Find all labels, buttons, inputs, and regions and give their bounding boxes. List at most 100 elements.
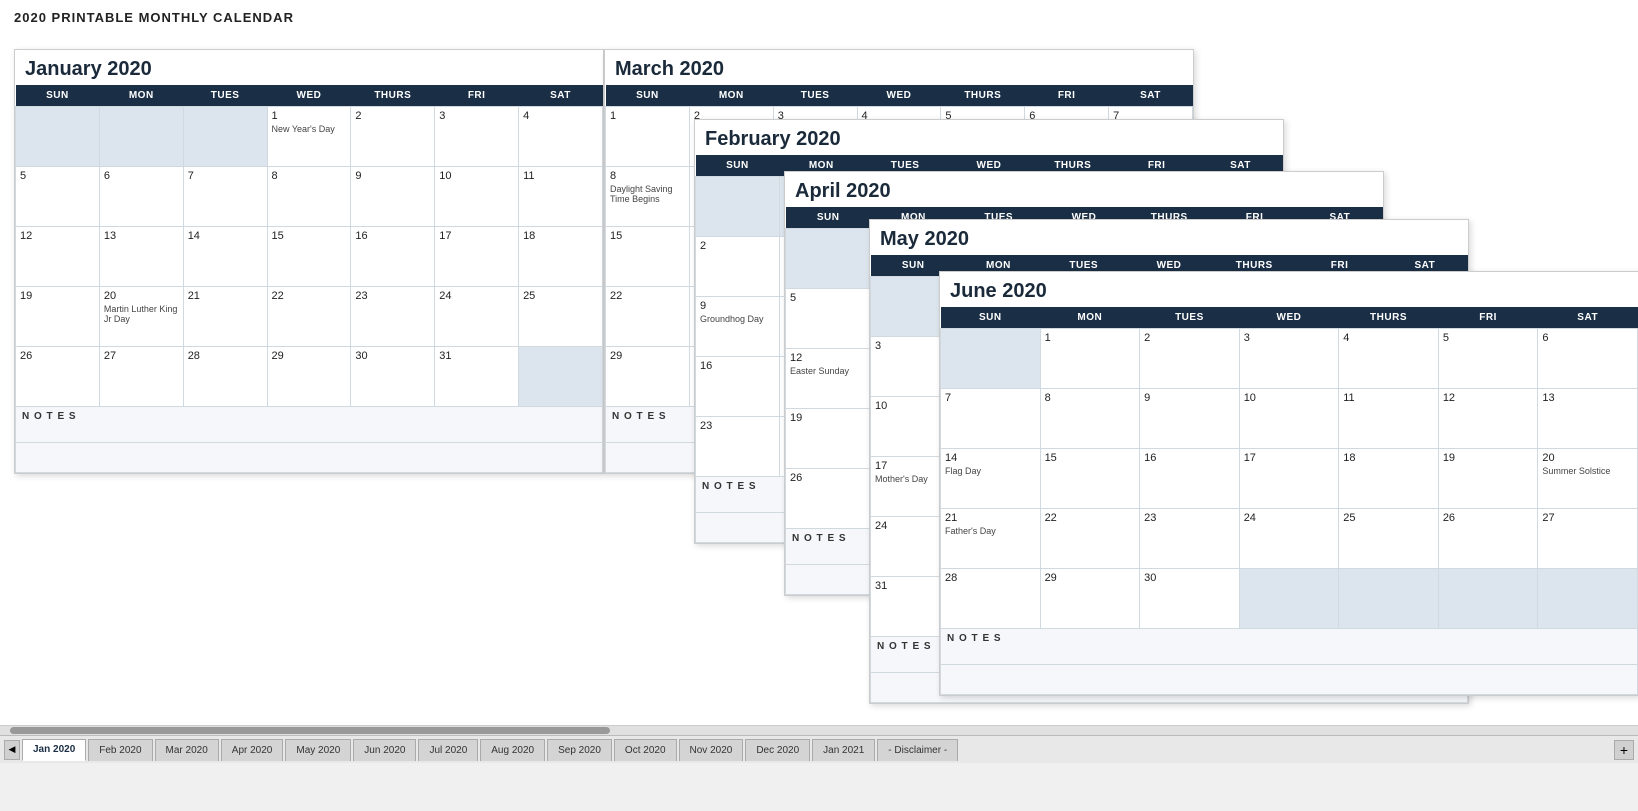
- cal-cell: 31: [435, 347, 519, 407]
- col-header-sat: SAT: [1538, 307, 1638, 329]
- col-header-sun: SUN: [606, 85, 690, 107]
- cal-cell: 1New Year's Day: [267, 107, 351, 167]
- col-header-wed: WED: [267, 85, 351, 107]
- cal-cell: [1438, 569, 1538, 629]
- tab-item-8[interactable]: Sep 2020: [547, 739, 612, 761]
- cal-cell: 24: [435, 287, 519, 347]
- cal-cell: 8: [1040, 389, 1140, 449]
- tab-item-3[interactable]: Apr 2020: [221, 739, 284, 761]
- tab-item-12[interactable]: Jan 2021: [812, 739, 875, 761]
- cal-cell: 23: [1140, 509, 1240, 569]
- cal-cell: 7: [183, 167, 267, 227]
- cal-cell: 5: [786, 289, 871, 349]
- tab-item-7[interactable]: Aug 2020: [480, 739, 545, 761]
- cal-cell: 16: [351, 227, 435, 287]
- cal-cell: 19: [16, 287, 100, 347]
- cal-cell: 16: [1140, 449, 1240, 509]
- tab-item-11[interactable]: Dec 2020: [745, 739, 810, 761]
- tab-item-1[interactable]: Feb 2020: [88, 739, 152, 761]
- cal-cell: 20Martin Luther King Jr Day: [99, 287, 183, 347]
- tab-add-btn[interactable]: +: [1614, 740, 1634, 760]
- cal-cell: 6: [99, 167, 183, 227]
- tab-item-4[interactable]: May 2020: [285, 739, 351, 761]
- cal-cell: 9: [1140, 389, 1240, 449]
- tab-item-2[interactable]: Mar 2020: [155, 739, 219, 761]
- col-header-thurs: THURS: [1339, 307, 1439, 329]
- cal-title-may2020: May 2020: [870, 220, 1468, 255]
- cal-cell: 29: [267, 347, 351, 407]
- cal-cell: 13: [99, 227, 183, 287]
- col-header-wed: WED: [1239, 307, 1339, 329]
- cal-cell: [99, 107, 183, 167]
- scrollbar-area[interactable]: [0, 725, 1638, 735]
- cal-cell: 18: [1339, 449, 1439, 509]
- cal-cell: 9Groundhog Day: [696, 297, 780, 357]
- cal-cell: 28: [941, 569, 1041, 629]
- cal-cell: 3: [1239, 329, 1339, 389]
- cal-cell: 10: [435, 167, 519, 227]
- tab-item-5[interactable]: Jun 2020: [353, 739, 416, 761]
- cal-cell: 12Easter Sunday: [786, 349, 871, 409]
- cal-cell: 7: [941, 389, 1041, 449]
- page-title: 2020 PRINTABLE MONTHLY CALENDAR: [14, 10, 1624, 25]
- col-header-tues: TUES: [183, 85, 267, 107]
- notes-label-jun2020: N O T E S: [941, 629, 1638, 665]
- cal-cell: 17: [1239, 449, 1339, 509]
- cal-cell: 19: [786, 409, 871, 469]
- col-header-sun: SUN: [16, 85, 100, 107]
- cal-cell: 30: [351, 347, 435, 407]
- tab-prev-btn[interactable]: ◀: [4, 740, 20, 760]
- cal-cell: 11: [519, 167, 603, 227]
- cal-cell: [1538, 569, 1638, 629]
- main-area: 2020 PRINTABLE MONTHLY CALENDAR January …: [0, 0, 1638, 763]
- tab-item-0[interactable]: Jan 2020: [22, 739, 86, 761]
- cal-cell: 23: [351, 287, 435, 347]
- col-header-tues: TUES: [1140, 307, 1240, 329]
- cal-cell: 13: [1538, 389, 1638, 449]
- cal-cell: 3: [435, 107, 519, 167]
- cal-cell: [941, 329, 1041, 389]
- cal-cell: 16: [696, 357, 780, 417]
- col-header-sat: SAT: [1109, 85, 1193, 107]
- notes-content-jun2020: [941, 665, 1638, 695]
- col-header-sun: SUN: [941, 307, 1041, 329]
- tab-bar: ◀ Jan 2020Feb 2020Mar 2020Apr 2020May 20…: [0, 735, 1638, 763]
- cal-cell: 12: [16, 227, 100, 287]
- col-header-thurs: THURS: [351, 85, 435, 107]
- cal-cell: 24: [1239, 509, 1339, 569]
- scrollbar-thumb[interactable]: [10, 727, 610, 734]
- cal-cell: 29: [606, 347, 690, 407]
- cal-cell: 10: [1239, 389, 1339, 449]
- cal-title-mar2020: March 2020: [605, 50, 1193, 85]
- cal-cell: 18: [519, 227, 603, 287]
- tab-item-10[interactable]: Nov 2020: [679, 739, 744, 761]
- cal-cell: 22: [267, 287, 351, 347]
- cal-cell: 15: [606, 227, 690, 287]
- cal-cell: 27: [1538, 509, 1638, 569]
- cal-cell: 29: [1040, 569, 1140, 629]
- cal-cell: 15: [267, 227, 351, 287]
- cal-title-feb2020: February 2020: [695, 120, 1283, 155]
- cal-cell: 1: [606, 107, 690, 167]
- tab-item-6[interactable]: Jul 2020: [418, 739, 478, 761]
- cal-cell: 20Summer Solstice: [1538, 449, 1638, 509]
- tab-item-13[interactable]: - Disclaimer -: [877, 739, 958, 761]
- cal-cell: [696, 177, 780, 237]
- cal-cell: 14Flag Day: [941, 449, 1041, 509]
- cal-cell: 25: [1339, 509, 1439, 569]
- cal-cell: 22: [606, 287, 690, 347]
- tab-scroll-area: Jan 2020Feb 2020Mar 2020Apr 2020May 2020…: [22, 739, 1612, 761]
- cal-cell: 26: [16, 347, 100, 407]
- cal-table-jun2020: SUNMONTUESWEDTHURSFRISAT1234567891011121…: [940, 307, 1638, 695]
- cal-cell: 19: [1438, 449, 1538, 509]
- cal-cell: [519, 347, 603, 407]
- cal-cell: 12: [1438, 389, 1538, 449]
- cal-cell: [1339, 569, 1439, 629]
- cal-cell: [786, 229, 871, 289]
- cal-cell: 8Daylight Saving Time Begins: [606, 167, 690, 227]
- col-header-fri: FRI: [1025, 85, 1109, 107]
- cal-cell: 21Father's Day: [941, 509, 1041, 569]
- tab-item-9[interactable]: Oct 2020: [614, 739, 677, 761]
- cal-title-jan2020: January 2020: [15, 50, 603, 85]
- cal-cell: 26: [786, 469, 871, 529]
